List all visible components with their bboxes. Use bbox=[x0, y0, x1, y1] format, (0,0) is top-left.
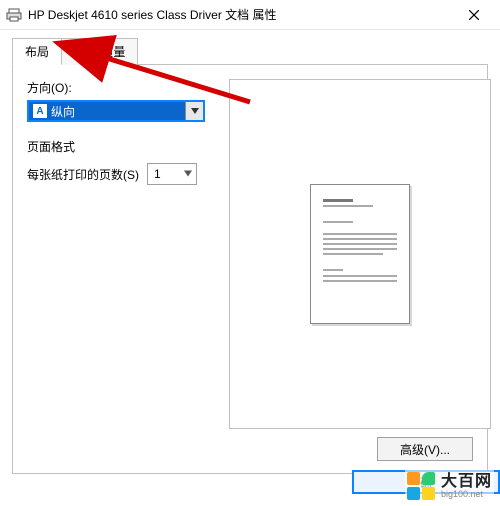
watermark-brand: 大百网 bbox=[441, 474, 492, 490]
chevron-down-icon bbox=[185, 102, 203, 120]
orientation-select[interactable]: A 纵向 bbox=[27, 100, 205, 122]
advanced-button[interactable]: 高级(V)... bbox=[377, 437, 473, 461]
watermark-domain: big100.net bbox=[441, 490, 492, 499]
client-area: 布局 纸张/质量 方向(O): A 纵向 页面格式 每张纸打印的页数(S) 1 bbox=[0, 30, 500, 486]
pages-per-sheet-select[interactable]: 1 bbox=[147, 163, 197, 185]
left-column: 方向(O): A 纵向 页面格式 每张纸打印的页数(S) 1 bbox=[27, 79, 217, 185]
titlebar: HP Deskjet 4610 series Class Driver 文档 属… bbox=[0, 0, 500, 30]
pages-per-sheet-value: 1 bbox=[154, 167, 161, 181]
close-icon bbox=[469, 10, 479, 20]
close-button[interactable] bbox=[454, 1, 494, 29]
orientation-label: 方向(O): bbox=[27, 79, 217, 96]
window-title: HP Deskjet 4610 series Class Driver 文档 属… bbox=[28, 6, 454, 23]
page-preview bbox=[310, 184, 410, 324]
watermark-logo-icon bbox=[407, 472, 435, 500]
watermark-text: 大百网 big100.net bbox=[441, 474, 492, 499]
printer-icon bbox=[6, 7, 22, 23]
page-preview-pane bbox=[229, 79, 491, 429]
pages-per-sheet-row: 每张纸打印的页数(S) 1 bbox=[27, 163, 217, 185]
tab-paper-quality-label: 纸张/质量 bbox=[74, 45, 125, 59]
portrait-icon: A bbox=[33, 104, 47, 118]
pages-per-sheet-label: 每张纸打印的页数(S) bbox=[27, 166, 139, 183]
page-format-group-title: 页面格式 bbox=[27, 138, 217, 155]
tab-paper-quality[interactable]: 纸张/质量 bbox=[61, 38, 138, 65]
tab-strip: 布局 纸张/质量 bbox=[12, 38, 488, 65]
tab-layout[interactable]: 布局 bbox=[12, 38, 62, 65]
watermark: 大百网 big100.net bbox=[405, 470, 494, 502]
tab-layout-label: 布局 bbox=[25, 45, 49, 59]
chevron-down-icon bbox=[184, 169, 192, 180]
tab-panel-layout: 方向(O): A 纵向 页面格式 每张纸打印的页数(S) 1 bbox=[12, 64, 488, 474]
advanced-button-label: 高级(V)... bbox=[400, 441, 450, 458]
orientation-value: 纵向 bbox=[51, 103, 185, 120]
